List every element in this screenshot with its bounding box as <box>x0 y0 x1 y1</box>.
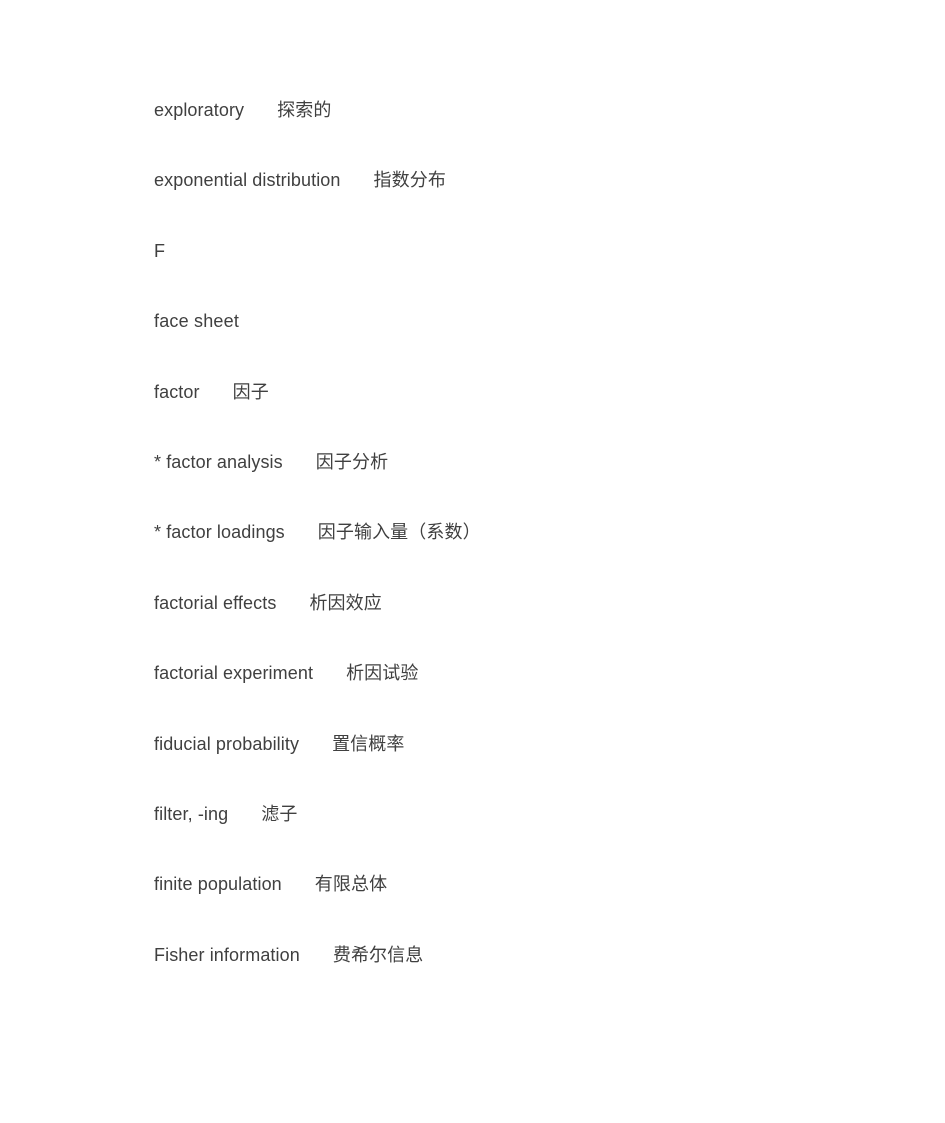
glossary-gloss: 滤子 <box>261 803 298 824</box>
glossary-term: * factor loadings <box>154 522 285 543</box>
glossary-entry: face sheet <box>154 307 894 377</box>
glossary-term: exploratory <box>154 100 245 120</box>
glossary-entry: * factor analysis 因子分析 <box>154 448 894 518</box>
glossary-entry: Fisher information 费希尔信息 <box>154 941 894 1011</box>
glossary-entry: fiducial probability 置信概率 <box>154 730 894 800</box>
glossary-entry: finite population 有限总体 <box>154 870 894 940</box>
glossary-entry: F <box>154 237 894 307</box>
glossary-entry: factorial experiment 析因试验 <box>154 659 894 729</box>
glossary-gloss: 置信概率 <box>332 733 405 754</box>
glossary-term: exponential distribution <box>154 170 341 191</box>
glossary-entry: filter, -ing 滤子 <box>154 800 894 870</box>
glossary-gloss: 析因效应 <box>309 592 382 613</box>
glossary-entry: exploratory 探索的 <box>154 96 894 166</box>
glossary-term: finite population <box>154 874 282 895</box>
glossary-term: Fisher information <box>154 944 300 965</box>
glossary-gloss: 因子 <box>232 381 269 402</box>
glossary-entry: factor 因子 <box>154 378 894 448</box>
glossary-term: * factor analysis <box>154 451 283 472</box>
glossary-entry: factorial effects 析因效应 <box>154 589 894 659</box>
glossary-term: filter, -ing <box>154 803 229 824</box>
glossary-gloss: 有限总体 <box>314 874 388 895</box>
glossary-gloss: 因子输入量（系数） <box>317 522 481 543</box>
glossary-entry-list: exploratory 探索的 exponential distribution 指数… <box>154 96 894 1011</box>
document-page: exploratory 探索的 exponential distribution 指数… <box>0 0 945 1123</box>
glossary-term: F <box>154 240 166 261</box>
glossary-gloss: 析因试验 <box>346 663 419 684</box>
glossary-term: fiducial probability <box>154 733 300 754</box>
glossary-gloss: 费希尔信息 <box>332 944 424 965</box>
glossary-gloss: 探索的 <box>277 100 332 120</box>
glossary-entry: exponential distribution 指数分布 <box>154 166 894 236</box>
glossary-term: factorial effects <box>154 592 277 613</box>
glossary-term: factor <box>154 381 200 402</box>
glossary-entry: * factor loadings 因子输入量（系数） <box>154 518 894 588</box>
glossary-gloss: 因子分析 <box>315 451 389 472</box>
glossary-term: factorial experiment <box>154 663 314 684</box>
glossary-term: face sheet <box>154 311 240 332</box>
glossary-gloss: 指数分布 <box>373 170 446 191</box>
